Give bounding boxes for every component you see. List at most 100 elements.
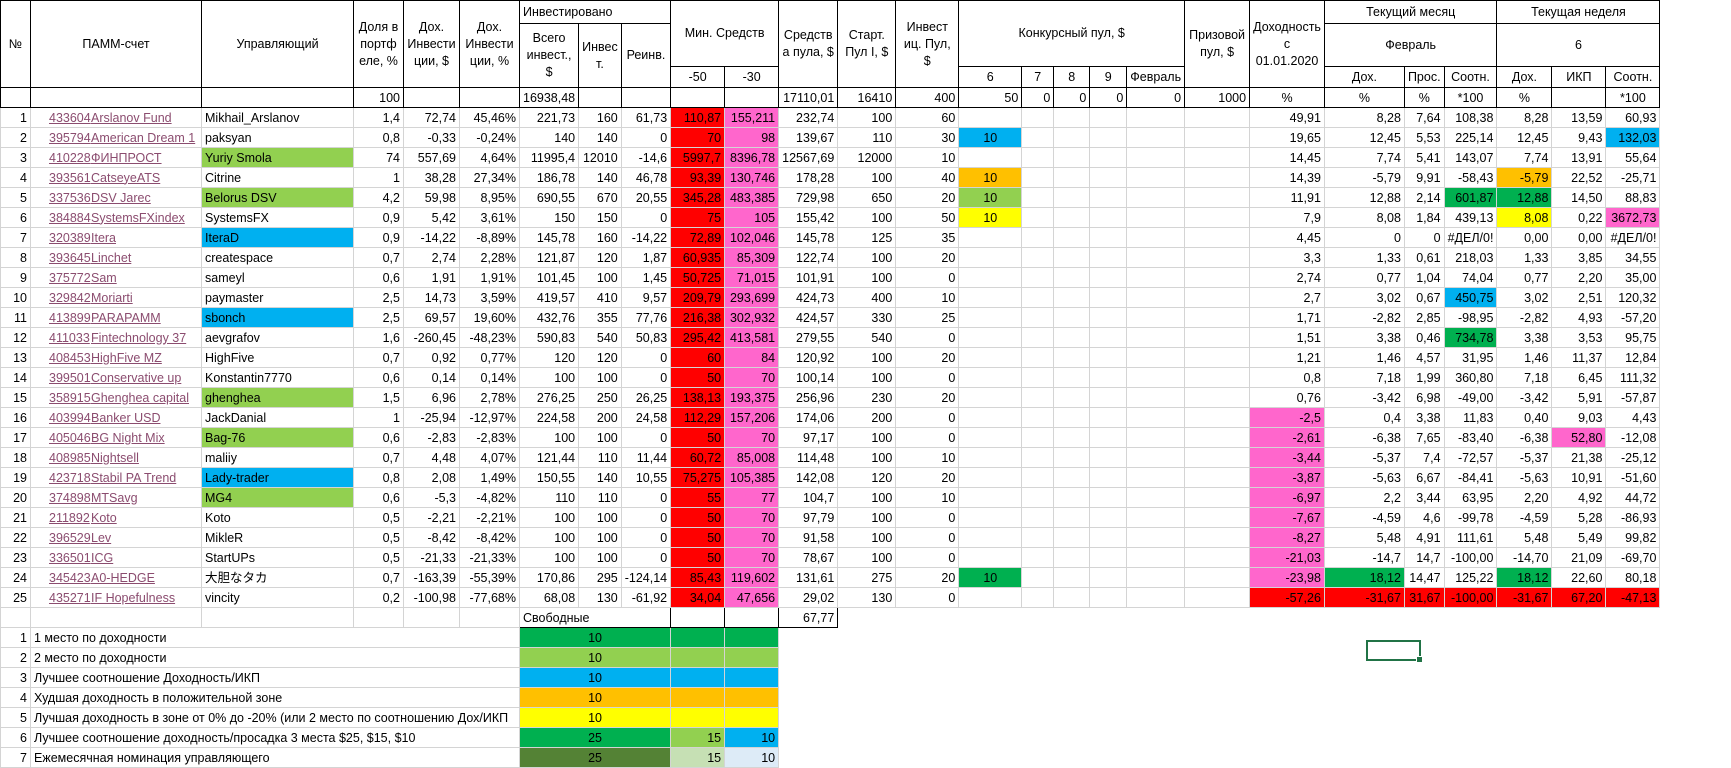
income-usd-cell[interactable]: 6,96: [403, 387, 460, 408]
contest-feb-cell[interactable]: [1126, 547, 1186, 568]
reinvest-cell[interactable]: 24,58: [620, 407, 672, 428]
contest-feb-cell[interactable]: [1126, 427, 1186, 448]
contest-9-cell[interactable]: [1089, 187, 1128, 208]
share-cell[interactable]: 1,6: [353, 327, 404, 348]
month-income-cell[interactable]: -2,82: [1323, 307, 1405, 328]
start-pool-cell[interactable]: 100: [837, 547, 897, 568]
reinvest-cell[interactable]: 46,78: [620, 167, 672, 188]
month-income-cell[interactable]: 1,33: [1323, 247, 1405, 268]
month-ratio-cell[interactable]: -72,57: [1443, 447, 1498, 468]
pamm-name-link[interactable]: SystemsFXindex: [91, 211, 185, 225]
contest-8-cell[interactable]: [1053, 147, 1091, 168]
pamm-account-cell[interactable]: 411033Fintechnology 37: [30, 327, 202, 348]
month-ratio-cell[interactable]: -100,00: [1443, 547, 1498, 568]
total-invested-cell[interactable]: 145,78: [518, 227, 580, 248]
share-cell[interactable]: 0,7: [353, 567, 404, 588]
contest-8-cell[interactable]: [1053, 427, 1091, 448]
contest-7-cell[interactable]: [1021, 387, 1055, 408]
pool-funds-cell[interactable]: 729,98: [778, 187, 839, 208]
reinvest-cell[interactable]: 0: [620, 427, 672, 448]
month-ratio-cell[interactable]: -100,00: [1443, 587, 1498, 608]
yield-cell[interactable]: -7,67: [1249, 507, 1325, 528]
pool-funds-cell[interactable]: 142,08: [778, 467, 839, 488]
contest-7-cell[interactable]: [1021, 167, 1055, 188]
prize-pool-cell[interactable]: [1184, 207, 1251, 228]
contest-8-cell[interactable]: [1053, 167, 1091, 188]
totals-cell[interactable]: %: [1496, 87, 1553, 108]
income-usd-cell[interactable]: 557,69: [403, 147, 460, 168]
inv-pool-cell[interactable]: 10: [895, 287, 960, 308]
pool-funds-cell[interactable]: 122,74: [778, 247, 839, 268]
pamm-account-cell[interactable]: 337536DSV Jarec: [30, 187, 202, 208]
row-number[interactable]: 22: [0, 527, 31, 548]
month-income-cell[interactable]: 12,88: [1323, 187, 1405, 208]
week-ikp-cell[interactable]: 2,51: [1551, 287, 1607, 308]
contest-feb-cell[interactable]: [1126, 167, 1186, 188]
week-income-cell[interactable]: 8,08: [1496, 207, 1553, 228]
start-pool-cell[interactable]: 12000: [837, 147, 897, 168]
week-ratio-cell[interactable]: 3672,73: [1605, 207, 1661, 228]
pamm-account-cell[interactable]: 435271IF Hopefulness: [30, 587, 202, 608]
contest-7-cell[interactable]: [1021, 367, 1055, 388]
week-ikp-cell[interactable]: 22,52: [1551, 167, 1607, 188]
pamm-account-cell[interactable]: 320389Itera: [30, 227, 202, 248]
week-ratio-cell[interactable]: 111,32: [1605, 367, 1661, 388]
week-income-cell[interactable]: 1,46: [1496, 347, 1553, 368]
income-usd-cell[interactable]: 72,74: [403, 107, 460, 128]
start-pool-cell[interactable]: 110: [837, 127, 897, 148]
contest-6-cell[interactable]: [958, 267, 1023, 288]
legend-value-1[interactable]: 10: [518, 667, 672, 688]
week-income-cell[interactable]: 1,33: [1496, 247, 1553, 268]
contest-8-cell[interactable]: [1053, 547, 1091, 568]
min-funds-30-cell[interactable]: 85,008: [724, 447, 780, 468]
legend-value-1[interactable]: 10: [518, 647, 672, 668]
prize-pool-cell[interactable]: [1184, 327, 1251, 348]
active-cell-selection[interactable]: [1366, 640, 1423, 663]
manager-cell[interactable]: paymaster: [201, 287, 354, 308]
legend-number[interactable]: 4: [0, 687, 31, 708]
pool-funds-cell[interactable]: 120,92: [778, 347, 839, 368]
income-pct-cell[interactable]: -12,97%: [459, 407, 520, 428]
min-funds-50-cell[interactable]: 50: [670, 527, 726, 548]
spreadsheet[interactable]: № ПАММ-счет Управляющий Доля в портф еле…: [0, 0, 1731, 768]
invest-cell[interactable]: 100: [578, 267, 622, 288]
row-number[interactable]: 8: [0, 247, 31, 268]
pamm-id-link[interactable]: 410228: [49, 149, 91, 167]
income-usd-cell[interactable]: -260,45: [403, 327, 460, 348]
row-number[interactable]: 16: [0, 407, 31, 428]
invest-cell[interactable]: 150: [578, 207, 622, 228]
income-pct-cell[interactable]: 45,46%: [459, 107, 520, 128]
week-ikp-cell[interactable]: 4,93: [1551, 307, 1607, 328]
start-pool-cell[interactable]: 125: [837, 227, 897, 248]
total-invested-cell[interactable]: 100: [518, 367, 580, 388]
income-pct-cell[interactable]: -0,24%: [459, 127, 520, 148]
share-cell[interactable]: 0,8: [353, 467, 404, 488]
week-income-cell[interactable]: 18,12: [1496, 567, 1553, 588]
contest-8-cell[interactable]: [1053, 527, 1091, 548]
pool-funds-cell[interactable]: 256,96: [778, 387, 839, 408]
invest-cell[interactable]: 670: [578, 187, 622, 208]
month-ratio-cell[interactable]: 439,13: [1443, 207, 1498, 228]
blank-cell[interactable]: [30, 607, 202, 628]
min-funds-50-cell[interactable]: 110,87: [670, 107, 726, 128]
month-ratio-cell[interactable]: 125,22: [1443, 567, 1498, 588]
pamm-id-link[interactable]: 408453: [49, 349, 91, 367]
share-cell[interactable]: 2,5: [353, 287, 404, 308]
totals-cell[interactable]: [403, 87, 460, 108]
week-ikp-cell[interactable]: 21,09: [1551, 547, 1607, 568]
pool-funds-cell[interactable]: 279,55: [778, 327, 839, 348]
manager-cell[interactable]: IteraD: [201, 227, 354, 248]
income-usd-cell[interactable]: 2,74: [403, 247, 460, 268]
free-label[interactable]: Свободные: [518, 607, 672, 628]
week-ratio-cell[interactable]: -25,12: [1605, 447, 1661, 468]
month-income-cell[interactable]: -5,79: [1323, 167, 1405, 188]
month-drawdown-cell[interactable]: 7,4: [1403, 447, 1445, 468]
week-ikp-cell[interactable]: 52,80: [1551, 427, 1607, 448]
manager-cell[interactable]: maliiy: [201, 447, 354, 468]
legend-number[interactable]: 5: [0, 707, 31, 728]
totals-cell[interactable]: 0: [1089, 87, 1128, 108]
share-cell[interactable]: 0,6: [353, 367, 404, 388]
pamm-id-link[interactable]: 211892: [49, 509, 91, 527]
pamm-name-link[interactable]: DSV Jarec: [91, 191, 151, 205]
prize-pool-cell[interactable]: [1184, 127, 1251, 148]
